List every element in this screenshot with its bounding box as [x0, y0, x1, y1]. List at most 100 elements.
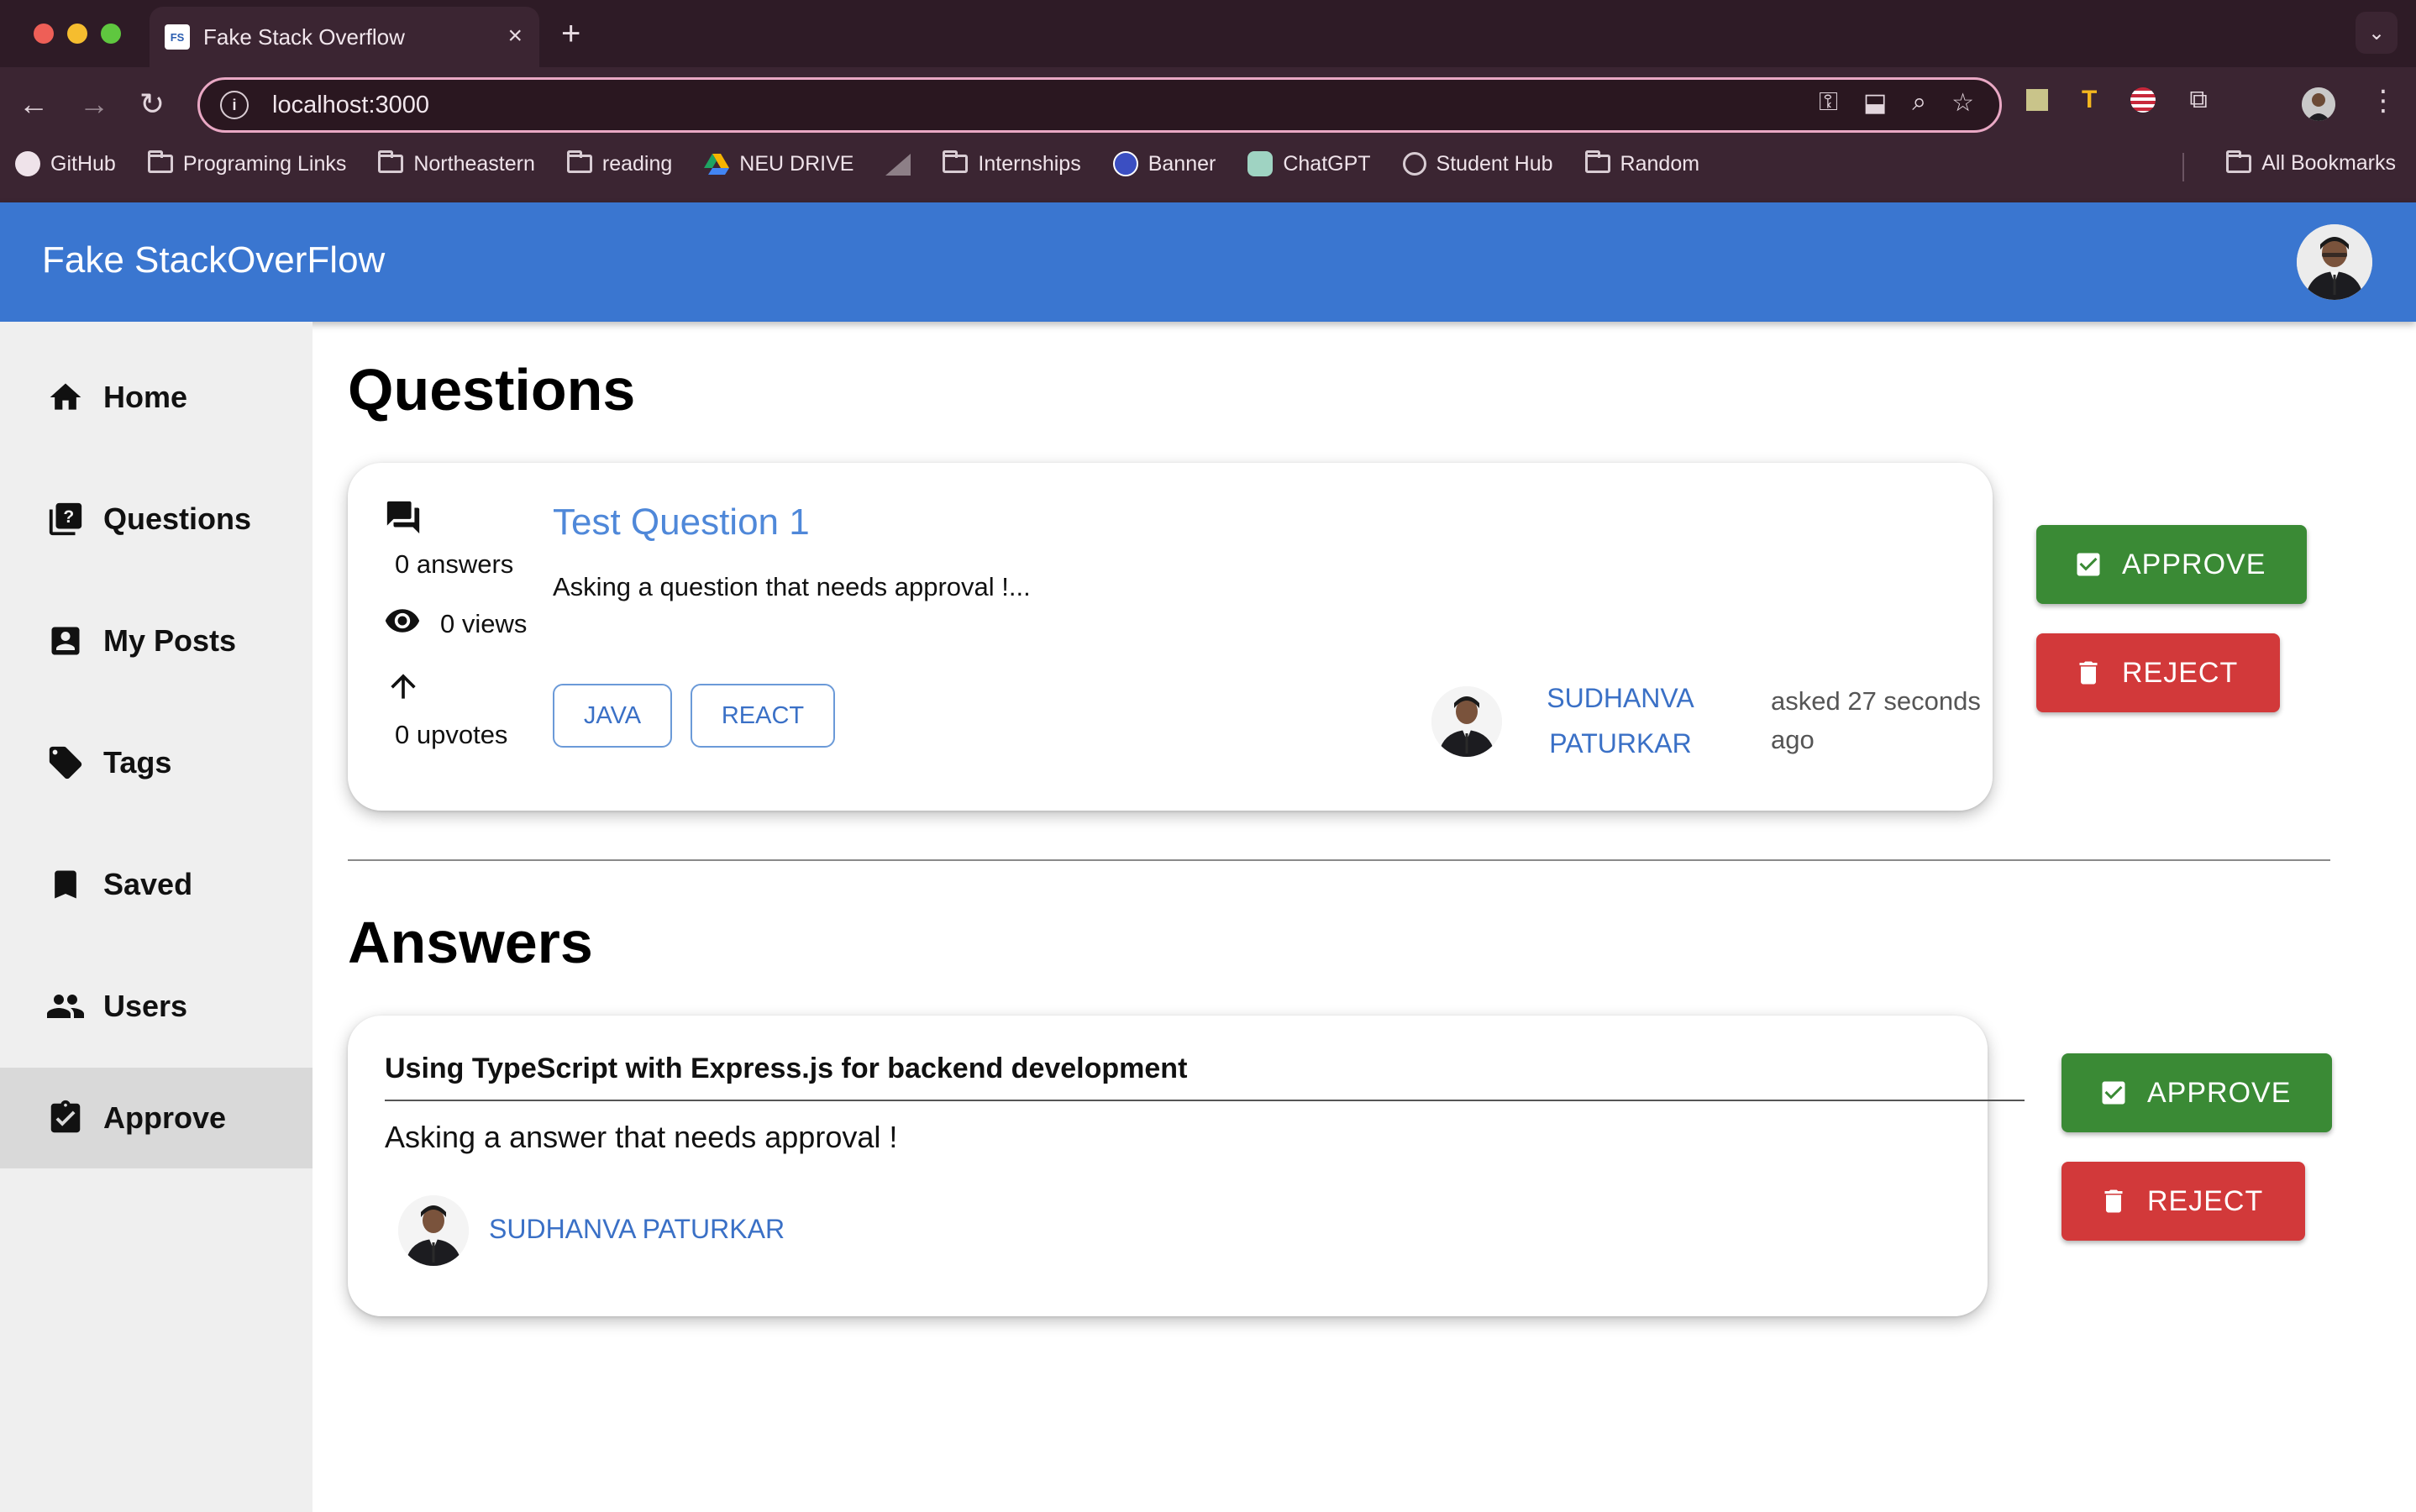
- back-arrow-icon[interactable]: ←: [18, 87, 49, 121]
- question-card: 0 answers 0 views 0 upvotes Test Questio…: [348, 463, 1993, 811]
- bookmark-github[interactable]: GitHub: [15, 151, 116, 176]
- bookmark-random[interactable]: Random: [1584, 150, 1700, 176]
- trash-icon: [2073, 658, 2103, 688]
- home-icon: [45, 377, 86, 417]
- zoom-icon[interactable]: ⌕: [1912, 88, 1926, 118]
- sidebar-item-home[interactable]: Home: [0, 347, 313, 448]
- folder-icon: [147, 150, 173, 173]
- svg-text:?: ?: [63, 507, 74, 527]
- upvotes-count: 0 upvotes: [395, 720, 508, 749]
- views-count: 0 views: [440, 609, 528, 638]
- answer-text: Asking a answer that needs approval !: [385, 1120, 898, 1154]
- browser-profile-avatar[interactable]: [2302, 87, 2335, 121]
- questions-icon: ?: [45, 499, 86, 539]
- close-window-button[interactable]: [34, 24, 54, 44]
- bookmark-label: Random: [1620, 151, 1700, 176]
- bookmark-northeastern[interactable]: Northeastern: [378, 150, 535, 176]
- tag-chip-java[interactable]: JAVA: [553, 684, 672, 748]
- sidebar-item-label: Home: [103, 380, 188, 414]
- trash-icon: [2098, 1186, 2129, 1216]
- user-avatar[interactable]: [2297, 224, 2372, 300]
- folder-icon: [943, 150, 969, 173]
- author-last-name: PATURKAR: [1549, 728, 1692, 759]
- reject-answer-button[interactable]: REJECT: [2061, 1162, 2305, 1241]
- bookmark-label: Internships: [978, 151, 1081, 176]
- answer-question-title[interactable]: Using TypeScript with Express.js for bac…: [385, 1053, 1187, 1085]
- answers-heading: Answers: [348, 910, 593, 975]
- tab-strip: FS Fake Stack Overflow × + ⌄: [0, 0, 2416, 67]
- answers-chat-icon: [383, 498, 423, 541]
- bookmark-chatgpt[interactable]: ChatGPT: [1247, 151, 1371, 176]
- minimize-window-button[interactable]: [67, 24, 87, 44]
- browser-menu-icon[interactable]: ⋮: [2369, 84, 2398, 118]
- folder-icon: [378, 150, 404, 173]
- reject-question-button[interactable]: REJECT: [2036, 633, 2280, 712]
- site-info-icon[interactable]: i: [220, 91, 249, 119]
- bookmark-internships[interactable]: Internships: [943, 150, 1081, 176]
- notes-extension-icon[interactable]: [2026, 89, 2048, 111]
- upvote-arrow-icon[interactable]: [385, 668, 422, 709]
- sidebar-item-questions[interactable]: ? Questions: [0, 469, 313, 570]
- sidebar-item-users[interactable]: Users: [0, 956, 313, 1057]
- tag-icon: [45, 743, 86, 783]
- approve-label: APPROVE: [2122, 548, 2266, 580]
- drive-icon: [704, 154, 730, 175]
- tag-chip-react[interactable]: REACT: [691, 684, 835, 748]
- sidebar-item-my-posts[interactable]: My Posts: [0, 591, 313, 691]
- app-brand[interactable]: Fake StackOverFlow: [42, 239, 385, 281]
- address-bar[interactable]: i localhost:3000 ⚿ ⬓ ⌕ ☆: [197, 77, 2002, 133]
- answer-title-underline: [385, 1100, 2025, 1101]
- views-eye-icon: [381, 602, 423, 643]
- flag-extension-icon[interactable]: [2130, 87, 2156, 113]
- bookmark-icon: [45, 864, 86, 905]
- answer-card: Using TypeScript with Express.js for bac…: [348, 1016, 2025, 1316]
- reject-label: REJECT: [2147, 1184, 2264, 1217]
- install-app-icon[interactable]: ⬓: [1863, 88, 1887, 118]
- asked-line-1: asked 27 seconds: [1771, 686, 1981, 716]
- bookmark-label: ChatGPT: [1283, 151, 1371, 176]
- approve-question-button[interactable]: APPROVE: [2036, 525, 2307, 604]
- sidebar-item-tags[interactable]: Tags: [0, 712, 313, 813]
- bookmark-neu-drive[interactable]: NEU DRIVE: [704, 152, 853, 176]
- reject-label: REJECT: [2122, 656, 2239, 689]
- bookmark-label: Northeastern: [413, 151, 535, 176]
- url-text: localhost:3000: [272, 91, 430, 118]
- asked-timestamp: asked 27 seconds ago: [1771, 682, 1981, 759]
- close-tab-icon[interactable]: ×: [507, 24, 523, 49]
- question-title-link[interactable]: Test Question 1: [553, 501, 810, 543]
- bookmarks-separator: [2182, 153, 2184, 181]
- bookmarks-bar: GitHub Programing Links Northeastern rea…: [15, 150, 1700, 176]
- question-author-link[interactable]: SUDHANVA PATURKAR: [1541, 675, 1700, 766]
- answer-author-link[interactable]: SUDHANVA PATURKAR: [489, 1214, 785, 1245]
- bookmark-star-icon[interactable]: ☆: [1951, 88, 1974, 118]
- bookmark-chart[interactable]: [885, 152, 911, 176]
- reload-icon[interactable]: ↻: [139, 87, 165, 121]
- sidebar-item-saved[interactable]: Saved: [0, 834, 313, 935]
- t-extension-icon[interactable]: T: [2082, 86, 2097, 114]
- password-key-icon[interactable]: ⚿: [1819, 88, 1838, 118]
- chatgpt-icon: [1247, 151, 1274, 176]
- bookmark-label: Banner: [1148, 151, 1216, 176]
- browser-tab[interactable]: FS Fake Stack Overflow ×: [150, 7, 539, 67]
- bookmark-reading[interactable]: reading: [566, 150, 673, 176]
- bookmark-label: reading: [601, 151, 673, 176]
- author-first-name: SUDHANVA: [1547, 683, 1694, 713]
- checkbox-checked-icon: [2098, 1078, 2129, 1108]
- zoom-window-button[interactable]: [101, 24, 121, 44]
- bookmark-programing-links[interactable]: Programing Links: [147, 150, 346, 176]
- people-icon: [45, 986, 86, 1026]
- checkbox-checked-icon: [2073, 549, 2103, 580]
- approve-answer-button[interactable]: APPROVE: [2061, 1053, 2332, 1132]
- extensions-puzzle-icon[interactable]: ⧉: [2189, 86, 2207, 114]
- answer-author-avatar[interactable]: [398, 1195, 469, 1266]
- all-bookmarks[interactable]: All Bookmarks: [2226, 150, 2396, 176]
- app-header: Fake StackOverFlow: [0, 202, 2416, 322]
- tab-search-chevron-icon[interactable]: ⌄: [2356, 12, 2398, 54]
- question-author-avatar[interactable]: [1431, 686, 1502, 757]
- new-tab-icon[interactable]: +: [561, 15, 580, 52]
- forward-arrow-icon[interactable]: →: [79, 87, 109, 121]
- bookmark-student-hub[interactable]: Student Hub: [1402, 152, 1553, 176]
- sidebar-item-label: Questions: [103, 501, 252, 536]
- sidebar-item-approve[interactable]: Approve: [0, 1068, 313, 1168]
- bookmark-banner[interactable]: Banner: [1112, 151, 1216, 176]
